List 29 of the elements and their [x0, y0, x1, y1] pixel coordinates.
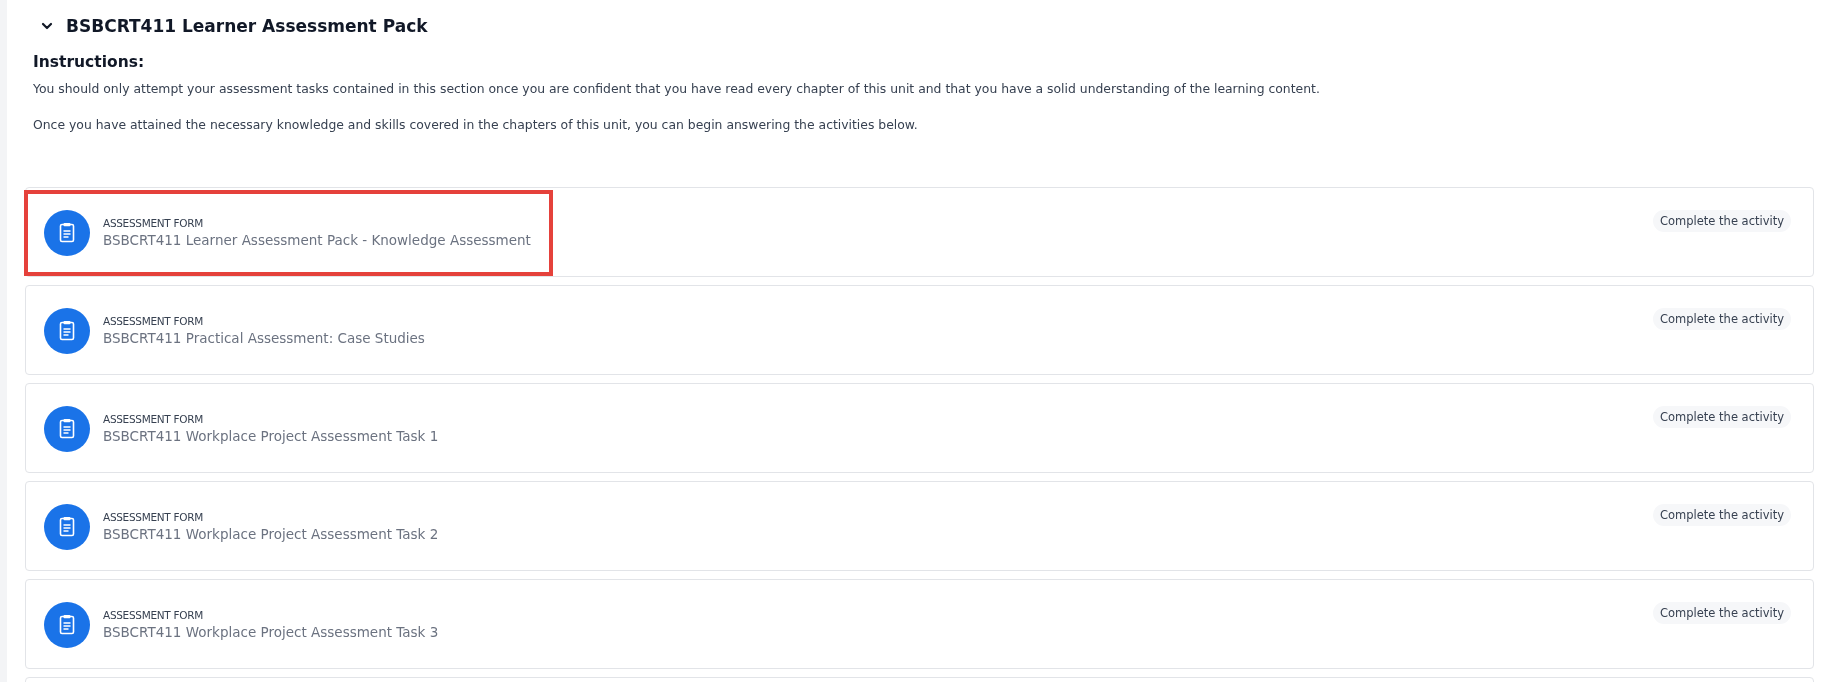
activity-card[interactable]: ASSESSMENT FORM BSBCRT411 Workplace Project Assessment Task 3 Complete the activity	[25, 579, 1814, 669]
activity-type: ASSESSMENT FORM	[103, 314, 204, 327]
activity-card[interactable]: ASSESSMENT FORM BSBCRT411 Learner Assessment Pack - Knowledge Assessment Complete the activity	[25, 187, 1814, 277]
status-badge: Complete the activity	[1653, 504, 1791, 526]
activity-type: ASSESSMENT FORM	[103, 608, 204, 621]
activity-card[interactable]: ASSESSMENT FORM BSBCRT411 Workplace Project Assessment Task 2 Complete the activity	[25, 481, 1814, 571]
status-badge: Complete the activity	[1653, 308, 1791, 330]
clipboard-icon	[44, 210, 90, 256]
status-badge: Complete the activity	[1653, 210, 1791, 232]
status-badge: Complete the activity	[1653, 602, 1791, 624]
activity-title: BSBCRT411 Workplace Project Assessment Task 1	[103, 427, 439, 444]
clipboard-icon	[44, 602, 90, 648]
instructions-text: Once you have attained the necessary knowledge and skills covered in the chapters of this unit, you can begin answering the activities below.	[33, 116, 919, 134]
activity-type: ASSESSMENT FORM	[103, 216, 204, 229]
activity-title: BSBCRT411 Learner Assessment Pack - Knowledge Assessment	[103, 231, 531, 248]
activity-card[interactable]: ASSESSMENT FORM BSBCRT411 Workplace Project Assessment Task 1 Complete the activity	[25, 383, 1814, 473]
activity-title: BSBCRT411 Workplace Project Assessment Task 3	[103, 623, 439, 640]
clipboard-icon	[44, 504, 90, 550]
activity-type: ASSESSMENT FORM	[103, 412, 204, 425]
instructions-heading: Instructions:	[33, 53, 146, 71]
clipboard-icon	[44, 308, 90, 354]
clipboard-icon	[44, 406, 90, 452]
activity-card[interactable]: ASSESSMENT FORM BSBCRT411 Practical Assessment: Case Studies Complete the activity	[25, 285, 1814, 375]
status-badge: Complete the activity	[1653, 406, 1791, 428]
instructions-text: You should only attempt your assessment tasks contained in this section once you are confident that you have read every chapter of this unit and that you have a solid understanding of the learning content.	[33, 80, 1321, 98]
activity-title: BSBCRT411 Practical Assessment: Case Studies	[103, 329, 425, 346]
activity-type: ASSESSMENT FORM	[103, 510, 204, 523]
section-title: BSBCRT411 Learner Assessment Pack	[66, 16, 428, 36]
activity-title: BSBCRT411 Workplace Project Assessment Task 2	[103, 525, 439, 542]
